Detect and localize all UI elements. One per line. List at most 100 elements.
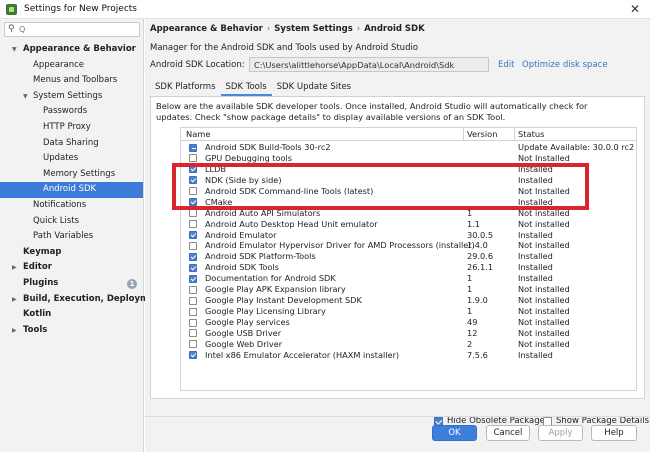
column-status[interactable]: Status: [518, 129, 544, 139]
help-button[interactable]: Help: [591, 425, 637, 441]
row-name: Google Play Licensing Library: [205, 306, 326, 317]
nav-appearance[interactable]: Appearance: [0, 58, 143, 74]
row-checkbox[interactable]: [189, 231, 197, 239]
row-checkbox[interactable]: [189, 351, 197, 360]
row-checkbox[interactable]: [189, 296, 197, 305]
android-studio-icon: [6, 3, 17, 15]
row-checkbox[interactable]: [189, 329, 197, 338]
table-row[interactable]: NDK (Side by side) Installed: [181, 175, 636, 186]
nav-keymap[interactable]: Keymap: [0, 245, 143, 261]
row-checkbox[interactable]: [189, 340, 197, 349]
table-row[interactable]: Google Web Driver 2 Not installed: [181, 339, 636, 350]
row-version: 1: [467, 306, 473, 317]
row-checkbox[interactable]: [189, 307, 197, 316]
row-version: 7.5.6: [467, 349, 488, 360]
row-status: Installed: [518, 196, 553, 207]
row-status: Installed: [518, 273, 553, 284]
row-status: Update Available: 30.0.0 rc2: [518, 142, 635, 152]
tab-sdk-update-sites[interactable]: SDK Update Sites: [272, 81, 356, 96]
nav-appearance-behavior[interactable]: ▼ Appearance & Behavior: [0, 42, 143, 58]
column-name[interactable]: Name: [186, 129, 210, 139]
sdk-location-label: Android SDK Location:: [150, 60, 245, 70]
footer-divider: [145, 416, 650, 417]
table-row[interactable]: Intel x86 Emulator Accelerator (HAXM ins…: [181, 350, 636, 361]
table-row[interactable]: Google Play APK Expansion library 1 Not in…: [181, 284, 636, 295]
nav-notifications[interactable]: Notifications: [0, 198, 143, 214]
row-checkbox[interactable]: [189, 176, 197, 185]
row-checkbox[interactable]: [189, 209, 197, 218]
nav-updates[interactable]: Updates: [0, 151, 143, 167]
tab-sdk-platforms[interactable]: SDK Platforms: [150, 81, 221, 96]
row-checkbox[interactable]: [189, 220, 197, 229]
nav-menus-toolbars[interactable]: Menus and Toolbars: [0, 73, 143, 89]
table-row[interactable]: Google USB Driver 12 Not installed: [181, 328, 636, 339]
table-row[interactable]: LLDB Installed: [181, 164, 636, 175]
row-checkbox[interactable]: [189, 143, 197, 152]
table-row[interactable]: Android SDK Platform-Tools 29.0.6 Installe…: [181, 251, 636, 262]
settings-search[interactable]: ⚲: [4, 22, 140, 37]
search-icon: ⚲: [8, 24, 15, 34]
row-checkbox[interactable]: [189, 198, 197, 207]
edit-link[interactable]: Edit: [498, 60, 514, 70]
cancel-button[interactable]: Cancel: [486, 425, 530, 441]
row-name: Android Auto API Simulators: [205, 207, 321, 218]
table-row[interactable]: Android SDK Tools 26.1.1 Installed: [181, 262, 636, 273]
row-checkbox[interactable]: [189, 252, 197, 261]
table-row[interactable]: GPU Debugging tools Not Installed: [181, 153, 636, 164]
row-name: Android SDK Platform-Tools: [205, 251, 316, 262]
row-checkbox[interactable]: [189, 241, 197, 250]
row-checkbox[interactable]: [189, 274, 197, 283]
table-row[interactable]: Google Play Instant Development SDK 1.9.0…: [181, 295, 636, 306]
chevron-right-icon[interactable]: ▶: [12, 323, 17, 339]
ok-button[interactable]: OK: [432, 425, 477, 441]
chevron-right-icon[interactable]: ▶: [12, 292, 17, 308]
sdk-tabs: SDK Platforms SDK Tools SDK Update Sites: [150, 81, 356, 96]
table-rows: Android SDK Build-Tools 30-rc2 Update Ava…: [181, 142, 636, 361]
table-row[interactable]: Google Play services 49 Not installed: [181, 317, 636, 328]
chevron-down-icon[interactable]: ▼: [12, 42, 17, 58]
tab-sdk-tools[interactable]: SDK Tools: [220, 81, 272, 96]
nav-passwords[interactable]: Passwords: [0, 104, 143, 120]
table-row[interactable]: Android SDK Build-Tools 30-rc2 Update Ava…: [181, 142, 636, 153]
table-row[interactable]: Android Auto Desktop Head Unit emulator 1…: [181, 219, 636, 230]
nav-tools[interactable]: ▶ Tools: [0, 323, 143, 339]
apply-button[interactable]: Apply: [538, 425, 583, 441]
nav-path-variables[interactable]: Path Variables: [0, 229, 143, 245]
nav-kotlin[interactable]: Kotlin: [0, 307, 143, 323]
nav-system-settings[interactable]: ▼ System Settings: [0, 89, 143, 105]
table-row[interactable]: Documentation for Android SDK 1 Installed: [181, 273, 636, 284]
nav-editor[interactable]: ▶ Editor: [0, 260, 143, 276]
row-version: 1: [467, 284, 473, 295]
chevron-right-icon[interactable]: ▶: [12, 260, 17, 276]
row-status: Installed: [518, 349, 553, 360]
row-checkbox[interactable]: [189, 285, 197, 294]
row-name: Google Play Instant Development SDK: [205, 295, 362, 306]
column-version[interactable]: Version: [467, 129, 498, 139]
nav-plugins[interactable]: Plugins 1: [0, 276, 143, 292]
row-status: Not installed: [518, 240, 570, 251]
row-checkbox[interactable]: [189, 318, 197, 327]
sdk-tools-panel: Below are the available SDK developer to…: [150, 97, 645, 399]
table-row[interactable]: Android SDK Command-line Tools (latest) N…: [181, 186, 636, 197]
row-checkbox[interactable]: [189, 263, 197, 272]
chevron-down-icon[interactable]: ▼: [23, 89, 28, 105]
row-checkbox[interactable]: [189, 154, 197, 163]
row-checkbox[interactable]: [189, 165, 197, 174]
table-row[interactable]: Android Emulator Hypervisor Driver for A…: [181, 240, 636, 251]
nav-data-sharing[interactable]: Data Sharing: [0, 136, 143, 152]
nav-quick-lists[interactable]: Quick Lists: [0, 214, 143, 230]
close-icon[interactable]: ✕: [630, 2, 640, 16]
optimize-disk-space-link[interactable]: Optimize disk space: [522, 60, 608, 70]
table-row[interactable]: Android Emulator 30.0.5 Installed: [181, 230, 636, 241]
nav-build-execution-deployment[interactable]: ▶ Build, Execution, Deployment: [0, 292, 165, 308]
nav-android-sdk[interactable]: Android SDK: [0, 182, 143, 198]
row-checkbox[interactable]: [189, 187, 197, 196]
nav-http-proxy[interactable]: HTTP Proxy: [0, 120, 143, 136]
table-row[interactable]: CMake Installed: [181, 197, 636, 208]
nav-memory-settings[interactable]: Memory Settings: [0, 167, 143, 183]
table-row[interactable]: Android Auto API Simulators 1 Not installe…: [181, 208, 636, 219]
row-status: Installed: [518, 229, 553, 240]
search-input[interactable]: [19, 24, 137, 35]
table-row[interactable]: Google Play Licensing Library 1 Not instal…: [181, 306, 636, 317]
sdk-location-field[interactable]: C:\Users\alittlehorse\AppData\Local\Andr…: [249, 57, 489, 72]
